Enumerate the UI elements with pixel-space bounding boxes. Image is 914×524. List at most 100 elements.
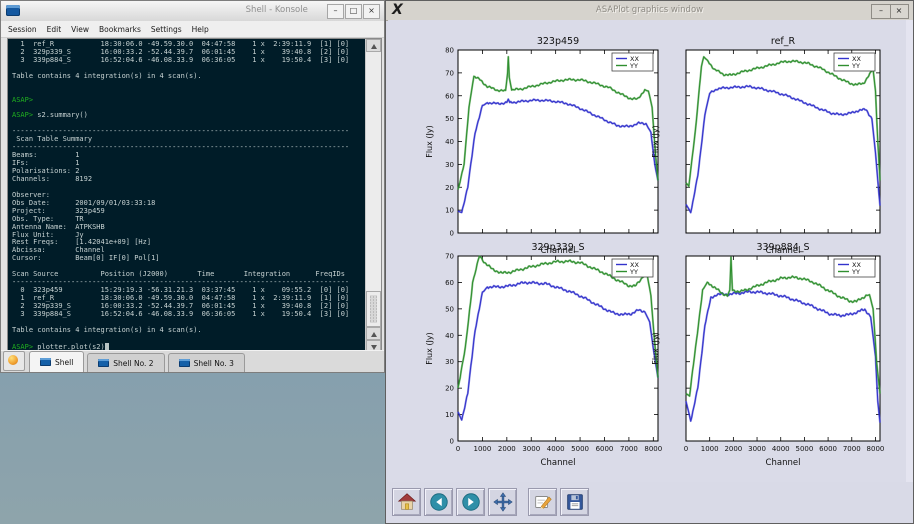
chart-ref_R: ChannelFlux (Jy)ref_RXXYY bbox=[651, 36, 880, 256]
tab-label: Shell bbox=[55, 358, 73, 367]
menu-item-settings[interactable]: Settings bbox=[151, 25, 182, 34]
ylabel-ref_R: Flux (Jy) bbox=[651, 125, 660, 158]
svg-text:3000: 3000 bbox=[748, 445, 766, 453]
terminal-screen[interactable]: 1 ref_R 18:30:06.0 -49.59.30.0 04:47:58 … bbox=[8, 39, 365, 353]
maximize-button[interactable]: □ bbox=[345, 4, 362, 19]
svg-text:50: 50 bbox=[445, 305, 454, 313]
terminal-line bbox=[12, 81, 365, 89]
minimize-button[interactable]: – bbox=[327, 4, 344, 19]
svg-text:2000: 2000 bbox=[724, 445, 742, 453]
xlabel-329p339_S: Channel bbox=[541, 458, 576, 468]
scrollbar-up-button[interactable] bbox=[366, 39, 381, 52]
tab-label: Shell No. 3 bbox=[194, 359, 234, 368]
menu-item-bookmarks[interactable]: Bookmarks bbox=[99, 25, 141, 34]
svg-text:6000: 6000 bbox=[596, 445, 614, 453]
svg-text:5000: 5000 bbox=[795, 445, 813, 453]
menu-item-session[interactable]: Session bbox=[8, 25, 37, 34]
svg-text:40: 40 bbox=[445, 138, 454, 146]
svg-text:0: 0 bbox=[456, 445, 460, 453]
charts-svg: 01020304050607080ChannelFlux (Jy)323p459… bbox=[388, 20, 913, 482]
chart-title-329p339_S: 329p339_S bbox=[531, 242, 584, 253]
pan-button[interactable] bbox=[488, 488, 517, 516]
back-button[interactable] bbox=[424, 488, 453, 516]
subplots-button[interactable] bbox=[528, 488, 557, 516]
terminal-line bbox=[12, 184, 365, 192]
terminal-cursor bbox=[105, 343, 109, 350]
svg-text:7000: 7000 bbox=[843, 445, 861, 453]
forward-icon bbox=[460, 491, 482, 513]
close-button[interactable]: × bbox=[889, 4, 909, 19]
terminal-scrollbar[interactable] bbox=[365, 39, 381, 353]
xlabel-339p884_S: Channel bbox=[766, 458, 801, 468]
terminal-tab-icon bbox=[98, 359, 109, 367]
konsole-window-title: Shell - Konsole bbox=[246, 5, 308, 15]
save-icon bbox=[564, 491, 586, 513]
konsole-titlebar[interactable]: Shell - Konsole ×□– bbox=[1, 1, 384, 22]
scrollbar-thumb[interactable] bbox=[366, 291, 381, 327]
svg-text:60: 60 bbox=[445, 92, 454, 100]
svg-text:30: 30 bbox=[445, 358, 454, 366]
tab-shell-no-3[interactable]: Shell No. 3 bbox=[168, 353, 245, 372]
legend-label-YY: YY bbox=[629, 62, 638, 70]
legend-label-YY: YY bbox=[851, 268, 860, 276]
save-button[interactable] bbox=[560, 488, 589, 516]
menu-item-edit[interactable]: Edit bbox=[47, 25, 62, 34]
terminal-line: Table contains 4 integration(s) in 4 sca… bbox=[12, 73, 365, 81]
subplots-icon bbox=[532, 491, 554, 513]
terminal-tab-icon bbox=[179, 359, 190, 367]
chart-329p339_S: 0100020003000400050006000700080000102030… bbox=[425, 242, 662, 468]
svg-text:2000: 2000 bbox=[498, 445, 516, 453]
svg-text:20: 20 bbox=[445, 184, 454, 192]
new-session-button[interactable] bbox=[3, 351, 25, 371]
tab-shell[interactable]: Shell bbox=[29, 351, 84, 372]
svg-text:7000: 7000 bbox=[620, 445, 638, 453]
terminal-line: ASAP> bbox=[12, 97, 365, 105]
home-button[interactable] bbox=[392, 488, 421, 516]
svg-text:1000: 1000 bbox=[474, 445, 492, 453]
plot-toolbar bbox=[392, 487, 592, 517]
menu-item-help[interactable]: Help bbox=[192, 25, 209, 34]
menu-item-view[interactable]: View bbox=[71, 25, 89, 34]
svg-text:70: 70 bbox=[445, 69, 454, 77]
terminal-line: 3 339p884_S 16:52:04.6 -46.08.33.9 06:36… bbox=[12, 311, 365, 319]
terminal-line bbox=[12, 335, 365, 343]
terminal-frame: 1 ref_R 18:30:06.0 -49.59.30.0 04:47:58 … bbox=[7, 38, 382, 354]
figure-canvas[interactable]: 01020304050607080ChannelFlux (Jy)323p459… bbox=[388, 20, 913, 482]
terminal-tab-icon bbox=[40, 358, 51, 366]
back-icon bbox=[428, 491, 450, 513]
chart-title-ref_R: ref_R bbox=[771, 36, 796, 47]
svg-text:30: 30 bbox=[445, 161, 454, 169]
svg-text:8000: 8000 bbox=[644, 445, 662, 453]
asaplot-window-title: ASAPlot graphics window bbox=[596, 5, 703, 15]
svg-text:8000: 8000 bbox=[867, 445, 885, 453]
pan-icon bbox=[492, 491, 514, 513]
terminal-output: 1 ref_R 18:30:06.0 -49.59.30.0 04:47:58 … bbox=[12, 41, 365, 351]
konsole-tabbar: Shell Shell No. 2 Shell No. 3 bbox=[1, 350, 384, 372]
terminal-line: Cursor: Beam[0] IF[0] Pol[1] bbox=[12, 255, 365, 263]
svg-text:5000: 5000 bbox=[571, 445, 589, 453]
chart-323p459: 01020304050607080ChannelFlux (Jy)323p459… bbox=[425, 36, 658, 256]
asaplot-titlebar[interactable]: X ASAPlot graphics window ×– bbox=[386, 1, 913, 21]
scrollbar-up-button-bottom[interactable] bbox=[366, 327, 381, 340]
forward-button[interactable] bbox=[456, 488, 485, 516]
terminal-line: Table contains 4 integration(s) in 4 sca… bbox=[12, 327, 365, 335]
ylabel-329p339_S: Flux (Jy) bbox=[425, 332, 434, 365]
tab-shell-no-2[interactable]: Shell No. 2 bbox=[87, 353, 164, 372]
svg-text:3000: 3000 bbox=[522, 445, 540, 453]
chart-title-339p884_S: 339p884_S bbox=[756, 242, 809, 253]
konsole-menubar: Session Edit View Bookmarks Settings Help bbox=[1, 21, 384, 38]
figure-right-strip bbox=[906, 20, 913, 482]
svg-text:50: 50 bbox=[445, 115, 454, 123]
chart-339p884_S: 010002000300040005000600070008000Channel… bbox=[651, 242, 884, 468]
svg-text:80: 80 bbox=[445, 47, 454, 55]
x11-logo-icon: X bbox=[392, 2, 403, 18]
home-icon bbox=[396, 491, 418, 513]
svg-text:70: 70 bbox=[445, 253, 454, 261]
close-button[interactable]: × bbox=[363, 4, 380, 19]
svg-text:4000: 4000 bbox=[772, 445, 790, 453]
svg-text:4000: 4000 bbox=[547, 445, 565, 453]
minimize-button[interactable]: – bbox=[871, 4, 891, 19]
legend-label-YY: YY bbox=[851, 62, 860, 70]
svg-text:0: 0 bbox=[684, 445, 688, 453]
svg-text:40: 40 bbox=[445, 332, 454, 340]
